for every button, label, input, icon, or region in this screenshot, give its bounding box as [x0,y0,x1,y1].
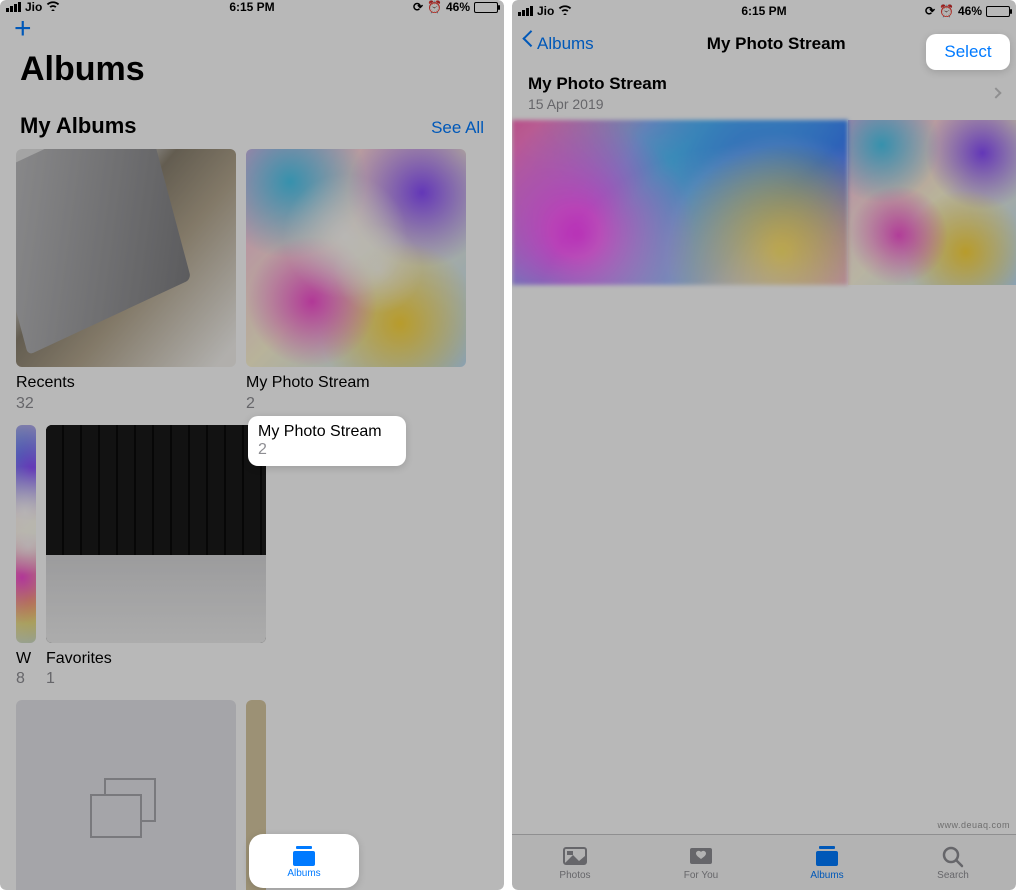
album-thumbnail [246,149,466,367]
status-bar: Jio 6:15 PM ⟳ ⏰ 46% [0,0,504,14]
album-thumbnail [16,149,236,367]
battery-icon [474,2,498,13]
signal-icon [6,2,21,12]
screen-photo-stream: Jio 6:15 PM ⟳ ⏰ 46% Albums My Photo Stre… [512,0,1016,890]
alarm-icon: ⏰ [427,0,442,14]
photo-grid [512,120,1016,285]
stack-icon [90,778,162,840]
heart-icon: ♥ [54,609,80,635]
album-recents[interactable]: Recents 32 [16,149,236,415]
album-title: Recents [16,373,236,394]
album-thumbnail [16,425,36,643]
album-title: W [16,649,36,670]
album-thumbnail [16,700,236,890]
album-count: 2 [246,394,466,415]
large-title: Albums [0,44,504,99]
album-title: My Photo Stream [246,373,466,394]
add-album-button[interactable]: + [10,14,36,44]
watermark: www.deuaq.com [937,820,1010,830]
section-title: My Albums [20,113,137,139]
photo-item[interactable] [848,120,1016,285]
album-title: Favorites [46,649,266,670]
see-all-link[interactable]: See All [431,118,484,138]
section-header-my-albums: My Albums See All [0,99,504,149]
wifi-icon [46,0,60,14]
album-count: 32 [16,394,236,415]
orientation-lock-icon: ⟳ [413,0,423,14]
clock: 6:15 PM [229,0,274,14]
album-partial-2[interactable]: h 0 [246,700,266,890]
album-count: 1 [46,669,266,690]
screen-albums: Jio 6:15 PM ⟳ ⏰ 46% + Albums My Albums S… [0,0,504,890]
album-grid: Recents 32 My Photo Stream 2 W 8 ♥ Favor… [0,149,504,890]
album-my-photo-stream[interactable]: My Photo Stream 2 [246,149,466,415]
album-thumbnail [246,700,266,890]
battery-pct: 46% [446,0,470,14]
album-partial-1[interactable]: W 8 [16,425,36,691]
album-thumbnail: ♥ [46,425,266,643]
album-count: 8 [16,669,36,690]
album-over[interactable]: Over 0 [16,700,236,890]
nav-bar: + [0,14,504,44]
album-favorites[interactable]: ♥ Favorites 1 [46,425,266,691]
